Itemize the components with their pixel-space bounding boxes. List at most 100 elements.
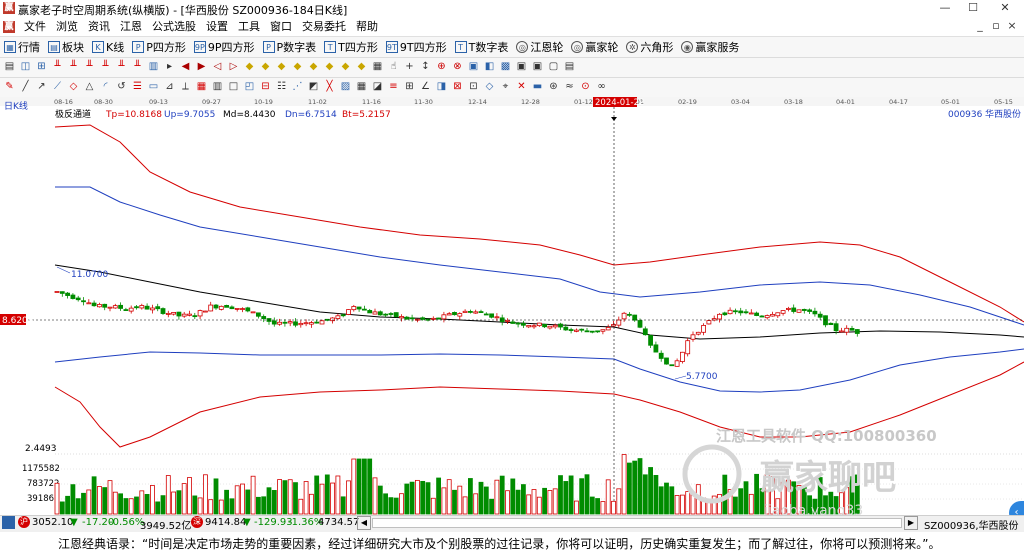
child-minimize-button[interactable]: _ [972, 19, 988, 32]
line-tool-icon-13[interactable]: ▥ [211, 80, 224, 93]
tool-icon-32[interactable]: ▣ [515, 60, 528, 73]
tool-icon-19[interactable]: ◆ [307, 60, 320, 73]
line-tool-icon-36[interactable]: ⊙ [579, 80, 592, 93]
line-tool-icon-3[interactable]: ⟋ [51, 80, 64, 93]
line-tool-icon-19[interactable]: ◩ [307, 80, 320, 93]
line-tool-icon-35[interactable]: ≈ [563, 80, 576, 93]
menu-item-3[interactable]: 江恩 [115, 20, 147, 34]
kline-chart[interactable]: 08-16 08-30 09-13 09-27 10-19 11-02 11-16 11-30… [0, 97, 1024, 515]
line-tool-icon-15[interactable]: ◰ [243, 80, 256, 93]
line-tool-icon-14[interactable]: □ [227, 80, 240, 93]
menu-item-6[interactable]: 工具 [233, 20, 265, 34]
tool-icon-6[interactable]: ╨ [99, 60, 112, 73]
tool-icon-23[interactable]: ▦ [371, 60, 384, 73]
line-tool-icon-18[interactable]: ⋰ [291, 80, 304, 93]
menu-item-0[interactable]: 文件 [19, 20, 51, 34]
line-tool-icon-9[interactable]: ▭ [147, 80, 160, 93]
toolbar-item-6[interactable]: T T四方形 [320, 39, 382, 55]
line-tool-icon-32[interactable]: ✕ [515, 80, 528, 93]
line-tool-icon-0[interactable]: ✎ [3, 80, 16, 93]
tool-icon-14[interactable]: ▷ [227, 60, 240, 73]
minimize-button[interactable]: — [930, 0, 960, 18]
menu-item-9[interactable]: 帮助 [351, 20, 383, 34]
tool-icon-9[interactable]: ▥ [147, 60, 160, 73]
tool-icon-12[interactable]: ▶ [195, 60, 208, 73]
line-tool-icon-29[interactable]: ⊡ [467, 80, 480, 93]
tool-icon-13[interactable]: ◁ [211, 60, 224, 73]
status-grid-icon[interactable] [2, 516, 15, 529]
tool-icon-15[interactable]: ◆ [243, 60, 256, 73]
toolbar-item-1[interactable]: ▤ 板块 [44, 39, 88, 55]
toolbar-item-5[interactable]: P P数字表 [259, 39, 321, 55]
line-tool-icon-11[interactable]: ⟂ [179, 80, 192, 93]
tool-icon-22[interactable]: ◆ [355, 60, 368, 73]
menu-item-7[interactable]: 窗口 [265, 20, 297, 34]
line-tool-icon-27[interactable]: ◨ [435, 80, 448, 93]
line-tool-icon-8[interactable]: ☰ [131, 80, 144, 93]
toolbar-item-10[interactable]: ◎ 赢家轮 [567, 39, 622, 55]
toolbar-item-11[interactable]: ✲ 六角形 [622, 39, 677, 55]
menu-item-2[interactable]: 资讯 [83, 20, 115, 34]
tool-icon-2[interactable]: ⊞ [35, 60, 48, 73]
tool-icon-25[interactable]: + [403, 60, 416, 73]
tool-icon-4[interactable]: ╨ [67, 60, 80, 73]
line-tool-icon-33[interactable]: ▬ [531, 80, 544, 93]
line-tool-icon-23[interactable]: ◪ [371, 80, 384, 93]
tool-icon-5[interactable]: ╨ [83, 60, 96, 73]
tool-icon-18[interactable]: ◆ [291, 60, 304, 73]
line-tool-icon-21[interactable]: ▨ [339, 80, 352, 93]
menu-item-8[interactable]: 交易委托 [297, 20, 351, 34]
status-scrollbar[interactable] [372, 518, 902, 528]
tool-icon-21[interactable]: ◆ [339, 60, 352, 73]
tool-icon-1[interactable]: ◫ [19, 60, 32, 73]
line-tool-icon-37[interactable]: ∞ [595, 80, 608, 93]
line-tool-icon-7[interactable]: ↺ [115, 80, 128, 93]
tool-icon-35[interactable]: ▤ [563, 60, 576, 73]
line-tool-icon-20[interactable]: ╳ [323, 80, 336, 93]
scroll-right-button[interactable]: ▶ [904, 516, 918, 530]
tool-icon-34[interactable]: ▢ [547, 60, 560, 73]
tool-icon-8[interactable]: ╨ [131, 60, 144, 73]
tool-icon-17[interactable]: ◆ [275, 60, 288, 73]
line-tool-icon-34[interactable]: ⊛ [547, 80, 560, 93]
line-tool-icon-2[interactable]: ↗ [35, 80, 48, 93]
line-tool-icon-10[interactable]: ⊿ [163, 80, 176, 93]
toolbar-item-12[interactable]: ◉ 赢家服务 [677, 39, 743, 55]
line-tool-icon-16[interactable]: ⊟ [259, 80, 272, 93]
line-tool-icon-30[interactable]: ◇ [483, 80, 496, 93]
line-tool-icon-5[interactable]: △ [83, 80, 96, 93]
tool-icon-11[interactable]: ◀ [179, 60, 192, 73]
line-tool-icon-26[interactable]: ∠ [419, 80, 432, 93]
line-tool-icon-17[interactable]: ☷ [275, 80, 288, 93]
tool-icon-3[interactable]: ╨ [51, 60, 64, 73]
line-tool-icon-28[interactable]: ⊠ [451, 80, 464, 93]
scroll-left-button[interactable]: ◀ [357, 516, 371, 530]
toolbar-item-8[interactable]: T T数字表 [451, 39, 513, 55]
tool-icon-28[interactable]: ⊗ [451, 60, 464, 73]
maximize-button[interactable]: ☐ [958, 0, 988, 18]
line-tool-icon-25[interactable]: ⊞ [403, 80, 416, 93]
line-tool-icon-24[interactable]: ≡ [387, 80, 400, 93]
tool-icon-7[interactable]: ╨ [115, 60, 128, 73]
line-tool-icon-6[interactable]: ◜ [99, 80, 112, 93]
tool-icon-20[interactable]: ◆ [323, 60, 336, 73]
toolbar-item-4[interactable]: 9P 9P四方形 [190, 39, 259, 55]
line-tool-icon-1[interactable]: ╱ [19, 80, 32, 93]
chart-area[interactable]: 08-16 08-30 09-13 09-27 10-19 11-02 11-16 11-30… [0, 97, 1024, 525]
tool-icon-0[interactable]: ▤ [3, 60, 16, 73]
close-button[interactable]: ✕ [990, 0, 1020, 18]
line-tool-icon-4[interactable]: ◇ [67, 80, 80, 93]
tool-icon-33[interactable]: ▣ [531, 60, 544, 73]
tool-icon-31[interactable]: ▩ [499, 60, 512, 73]
tool-icon-26[interactable]: ↕ [419, 60, 432, 73]
toolbar-item-0[interactable]: ▦ 行情 [0, 39, 44, 55]
menu-item-5[interactable]: 设置 [201, 20, 233, 34]
child-restore-button[interactable]: ▫ [988, 19, 1004, 32]
line-tool-icon-22[interactable]: ▦ [355, 80, 368, 93]
menu-item-4[interactable]: 公式选股 [147, 20, 201, 34]
toolbar-item-7[interactable]: 9T 9T四方形 [382, 39, 451, 55]
tool-icon-27[interactable]: ⊕ [435, 60, 448, 73]
toolbar-item-2[interactable]: K K线 [88, 39, 128, 55]
child-close-button[interactable]: × [1004, 19, 1020, 32]
tool-icon-16[interactable]: ◆ [259, 60, 272, 73]
